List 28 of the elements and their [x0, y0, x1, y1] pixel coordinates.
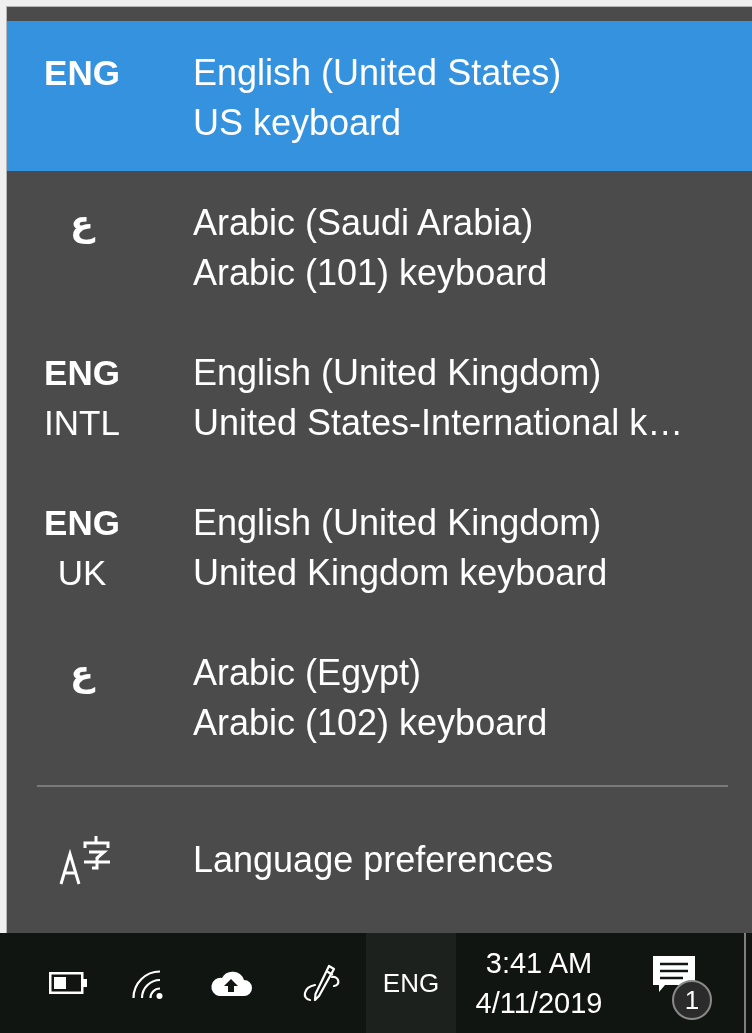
language-code: ENG: [44, 502, 120, 544]
language-name: English (United States): [193, 51, 562, 95]
battery-icon[interactable]: [48, 972, 87, 994]
layout-code: UK: [57, 552, 107, 594]
language-preferences-link[interactable]: Language preferences: [7, 787, 752, 933]
language-code: ع: [70, 652, 94, 696]
language-item[interactable]: ENG INTL English (United Kingdom) United States-International k…: [7, 321, 752, 471]
language-item[interactable]: ENG UK English (United Kingdom) United Kingdom keyboard: [7, 471, 752, 621]
keyboard-name: United Kingdom keyboard: [193, 551, 608, 595]
keyboard-name: Arabic (101) keyboard: [193, 251, 548, 295]
language-code: ENG: [44, 352, 120, 394]
notification-count-badge: 1: [672, 980, 712, 1020]
input-language-indicator[interactable]: ENG: [366, 933, 456, 1033]
language-code: ع: [70, 202, 94, 246]
language-name: English (United Kingdom): [193, 501, 602, 545]
cloud-upload-icon[interactable]: [210, 970, 252, 996]
keyboard-name: United States-International k…: [193, 401, 684, 445]
language-code: ENG: [44, 52, 120, 94]
keyboard-name: US keyboard: [193, 101, 402, 145]
keyboard-name: Arabic (102) keyboard: [193, 701, 548, 745]
clock-button[interactable]: 3:41 AM 4/11/2019: [456, 933, 622, 1033]
language-name: Arabic (Saudi Arabia): [193, 201, 534, 245]
layout-code: INTL: [44, 402, 120, 444]
pen-icon[interactable]: [301, 963, 341, 1003]
language-name: Arabic (Egypt): [193, 651, 422, 695]
language-name: English (United Kingdom): [193, 351, 602, 395]
language-icon: [59, 835, 111, 885]
wifi-icon[interactable]: [131, 967, 163, 999]
